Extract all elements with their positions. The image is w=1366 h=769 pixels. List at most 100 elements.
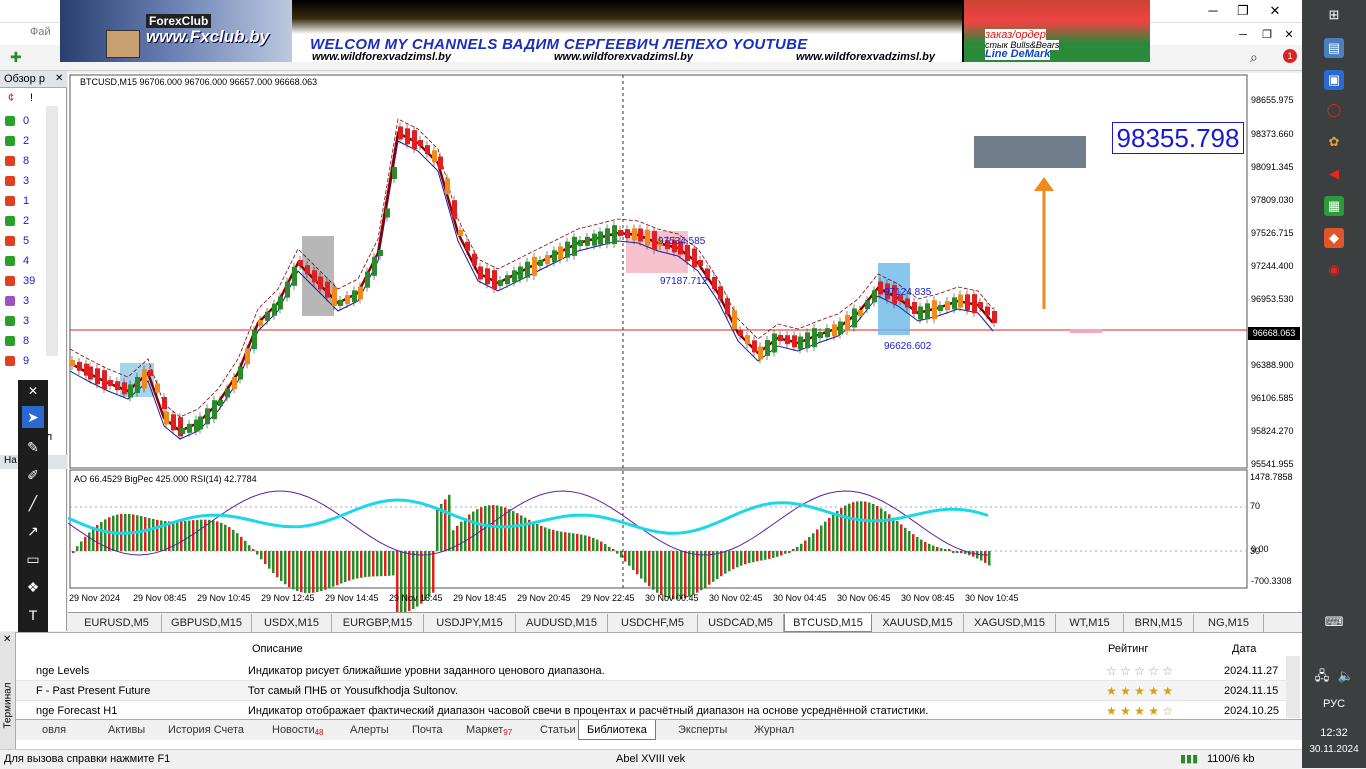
clock-date[interactable]: 30.11.2024 — [1302, 744, 1366, 755]
osc-bar — [332, 551, 335, 587]
market-watch-row[interactable]: 3 — [2, 311, 46, 331]
col-description[interactable]: Описание — [252, 640, 303, 658]
market-watch-row[interactable]: 39 — [2, 271, 46, 291]
market-watch-row[interactable]: 2 — [2, 131, 46, 151]
explorer-icon[interactable]: ▤ — [1324, 38, 1344, 58]
symbol-tab[interactable]: EURGBP,M15 — [332, 614, 424, 632]
terminal-tab[interactable]: Алерты — [342, 720, 397, 740]
symbol-tab[interactable]: WT,M15 — [1056, 614, 1124, 632]
volume-icon[interactable]: 🔈 — [1336, 666, 1356, 686]
symbol-tab[interactable]: XAUUSD,M15 — [872, 614, 964, 632]
symbol-tab[interactable]: XAGUSD,M15 — [964, 614, 1056, 632]
language-indicator[interactable]: РУС — [1302, 698, 1366, 710]
price-chart-svg[interactable]: 97534.585 97187.712 97124.835 96626.602 — [67, 73, 1303, 615]
symbol-tab[interactable]: BRN,M15 — [1124, 614, 1194, 632]
calculator-icon[interactable]: ▦ — [1324, 196, 1344, 216]
symbol-tab[interactable]: GBPUSD,M15 — [162, 614, 252, 632]
new-order-icon[interactable]: ✚ — [10, 49, 22, 66]
notifications-badge[interactable]: 1 — [1283, 49, 1297, 63]
symbol-tab[interactable]: NG,M15 — [1194, 614, 1264, 632]
terminal-tab[interactable]: Журнал — [746, 720, 802, 740]
candle-body — [818, 332, 823, 338]
app-icon[interactable]: ▣ — [1324, 70, 1344, 90]
record-icon[interactable]: ◉ — [1324, 260, 1344, 280]
osc-bar — [180, 521, 183, 551]
keyboard-icon[interactable]: ⌨ — [1324, 612, 1344, 632]
chart-window[interactable]: 97534.585 97187.712 97124.835 96626.602 — [67, 73, 1303, 615]
market-watch-row[interactable]: 1 — [2, 191, 46, 211]
close-button[interactable]: ✕ — [1262, 0, 1288, 22]
terminal-tab[interactable]: Почта — [404, 720, 451, 740]
symbol-tab[interactable]: USDCAD,M5 — [698, 614, 784, 632]
ad-banner[interactable]: ForexClub www.Fxclub.by WELCOM MY CHANNE… — [60, 0, 1150, 62]
candle-body — [445, 178, 450, 195]
line-icon[interactable]: ╱ — [22, 492, 44, 514]
opera-icon[interactable]: ◯ — [1324, 100, 1344, 120]
child-close-button[interactable]: ✕ — [1276, 24, 1302, 46]
symbol-tab[interactable]: AUDUSD,M15 — [516, 614, 608, 632]
symbol-tab[interactable]: USDJPY,M15 — [424, 614, 516, 632]
maximize-button[interactable]: ❐ — [1230, 0, 1256, 22]
cursor-icon[interactable]: ➤ — [22, 406, 44, 428]
symbol-tab[interactable]: USDCHF,M5 — [608, 614, 698, 632]
minimize-button[interactable]: ─ — [1200, 0, 1226, 22]
market-watch-row[interactable]: 3 — [2, 171, 46, 191]
terminal-tab[interactable]: овля — [34, 720, 74, 740]
marker-icon[interactable]: ✐ — [22, 464, 44, 486]
market-watch-row[interactable]: 8 — [2, 151, 46, 171]
terminal-close-icon[interactable]: ✕ — [3, 634, 11, 645]
terminal-tab[interactable]: Новости48 — [264, 720, 332, 740]
candle-body — [792, 335, 797, 348]
candle-body — [332, 286, 337, 306]
market-watch-close-icon[interactable]: ✕ — [55, 73, 63, 84]
search-icon[interactable]: ⌕ — [1250, 49, 1258, 66]
terminal-tab[interactable]: Эксперты — [670, 720, 735, 740]
terminal-scrollbar[interactable] — [1286, 656, 1300, 718]
symbol-tab[interactable]: USDX,M15 — [252, 614, 332, 632]
ray-icon[interactable]: ↗ — [22, 520, 44, 542]
library-row[interactable]: nge Forecast H1 Индикатор отображает факт… — [16, 701, 1286, 721]
col-date[interactable]: Дата — [1232, 640, 1256, 658]
menu-file[interactable]: Фай — [30, 26, 51, 38]
candle-body — [108, 380, 113, 386]
osc-bar — [368, 551, 371, 577]
speaker-icon[interactable]: ◀ — [1324, 164, 1344, 184]
drawbar-close-icon[interactable]: ✕ — [22, 380, 44, 402]
col-rating[interactable]: Рейтинг — [1108, 640, 1148, 658]
library-row[interactable]: F - Past Present Future Тот самый ПНБ от … — [16, 681, 1286, 701]
terminal-tab[interactable]: История Счета — [160, 720, 252, 740]
terminal-tab[interactable]: Статьи — [532, 720, 584, 740]
market-watch-row[interactable]: 9 — [2, 351, 46, 371]
library-row[interactable]: nge Levels Индикатор рисует ближайшие уро… — [16, 661, 1286, 681]
market-watch-row[interactable]: 2 — [2, 211, 46, 231]
shapes-icon[interactable]: ❖ — [22, 576, 44, 598]
anydesk-icon[interactable]: ◆ — [1324, 228, 1344, 248]
market-watch-row[interactable]: 0 — [2, 111, 46, 131]
candle-body — [565, 241, 570, 258]
terminal-tab[interactable]: Библиотека — [578, 720, 656, 740]
clock-time[interactable]: 12:32 — [1302, 727, 1366, 739]
network-icon[interactable]: 🖧 — [1312, 666, 1332, 686]
osc-bar — [880, 508, 883, 551]
rectangle-icon[interactable]: ▭ — [22, 548, 44, 570]
symbol-tab[interactable]: BTCUSD,M15 — [784, 614, 872, 632]
candle-body — [645, 229, 650, 246]
pencil-icon[interactable]: ✎ — [22, 436, 44, 458]
child-minimize-button[interactable]: ─ — [1230, 24, 1256, 46]
market-watch-row[interactable]: 4 — [2, 251, 46, 271]
market-watch-row[interactable]: 5 — [2, 231, 46, 251]
market-watch-row[interactable]: 3 — [2, 291, 46, 311]
price-label-box[interactable]: 98355.798 — [1112, 122, 1244, 154]
text-icon[interactable]: T — [22, 604, 44, 626]
start-icon[interactable]: ⊞ — [1324, 5, 1344, 25]
osc-bar — [536, 524, 539, 551]
candle-body — [252, 330, 257, 350]
market-watch-row[interactable]: 8 — [2, 331, 46, 351]
osc-bar — [736, 551, 739, 568]
symbol-tab[interactable]: EURUSD,M5 — [72, 614, 162, 632]
terminal-tab[interactable]: Маркет97 — [458, 720, 520, 740]
terminal-tab[interactable]: Активы — [100, 720, 153, 740]
paint-icon[interactable]: ✿ — [1324, 132, 1344, 152]
price-tick: 95824.270 — [1251, 426, 1294, 436]
mw-scrollbar[interactable] — [46, 106, 58, 356]
